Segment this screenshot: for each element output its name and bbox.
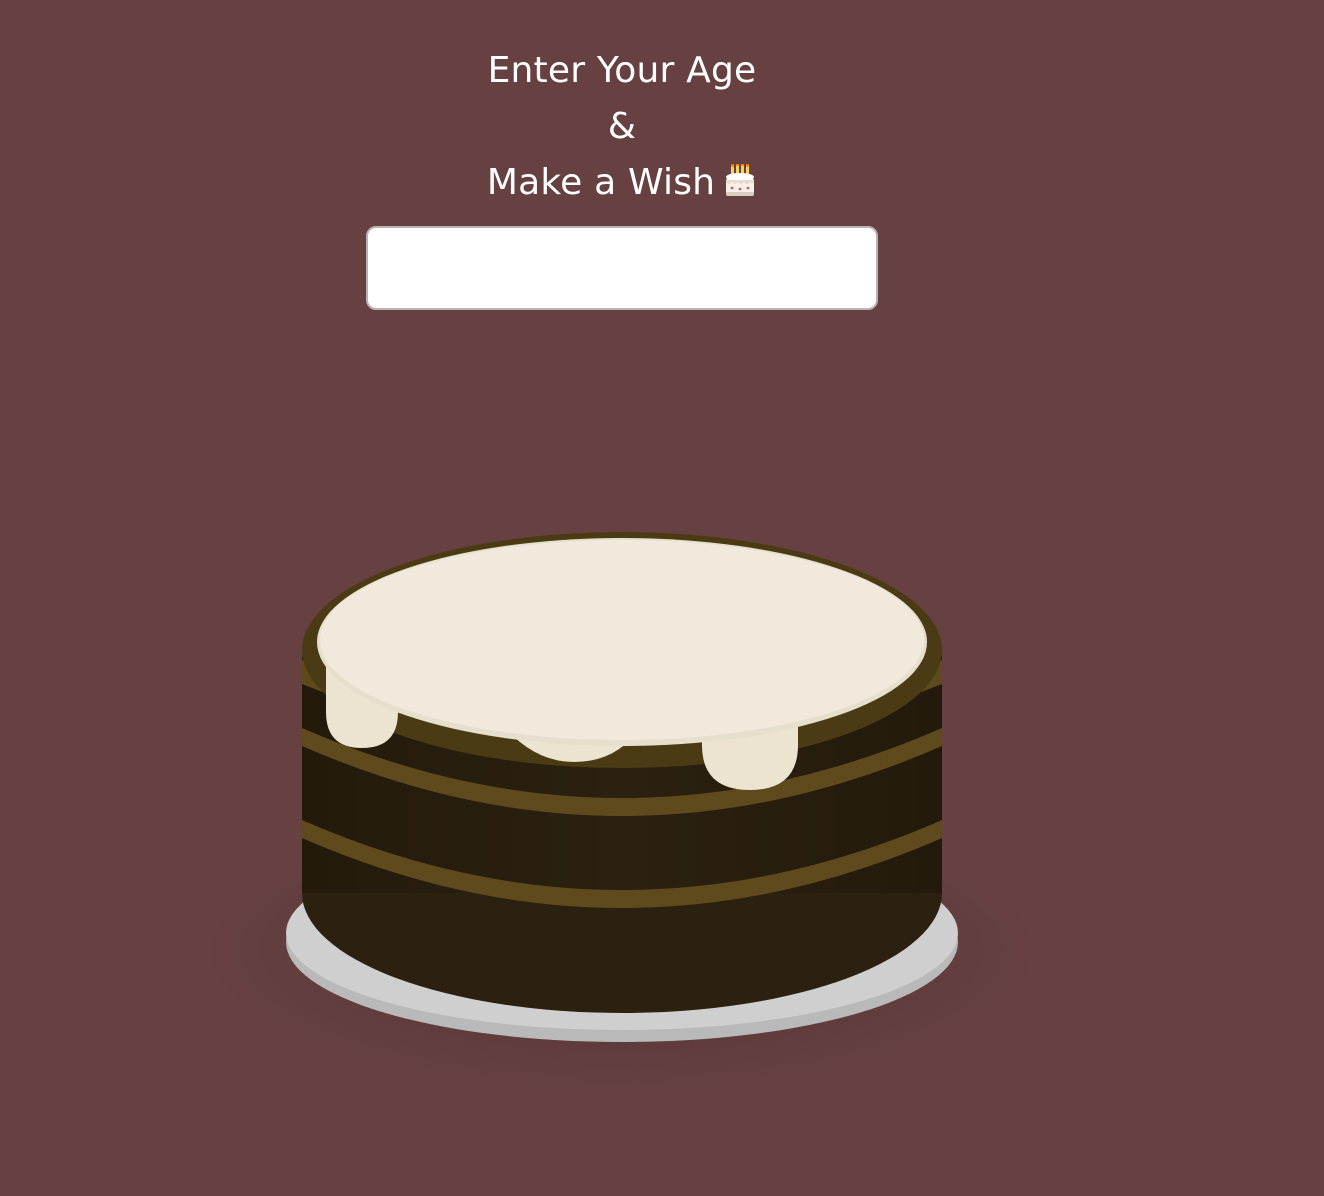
cake-filling-layer xyxy=(302,660,942,748)
age-input[interactable] xyxy=(366,226,878,310)
cake-body xyxy=(302,532,942,1013)
heading-make-wish-text: Make a Wish xyxy=(486,162,716,203)
cake-filling-layer xyxy=(302,728,942,816)
birthday-page: Enter Your Age & Make a Wish xyxy=(0,0,1324,1196)
frosting-drips xyxy=(326,664,798,790)
heading-make-wish: Make a Wish xyxy=(0,164,1244,201)
heading-enter-age: Enter Your Age xyxy=(487,50,757,91)
cake-frosting xyxy=(317,538,927,746)
cake-filling-layer xyxy=(302,820,942,908)
cake-plate xyxy=(286,836,958,1042)
cake-shadow xyxy=(202,810,1042,1090)
heading-ampersand: & xyxy=(607,106,637,147)
birthday-cake-icon xyxy=(723,164,757,198)
